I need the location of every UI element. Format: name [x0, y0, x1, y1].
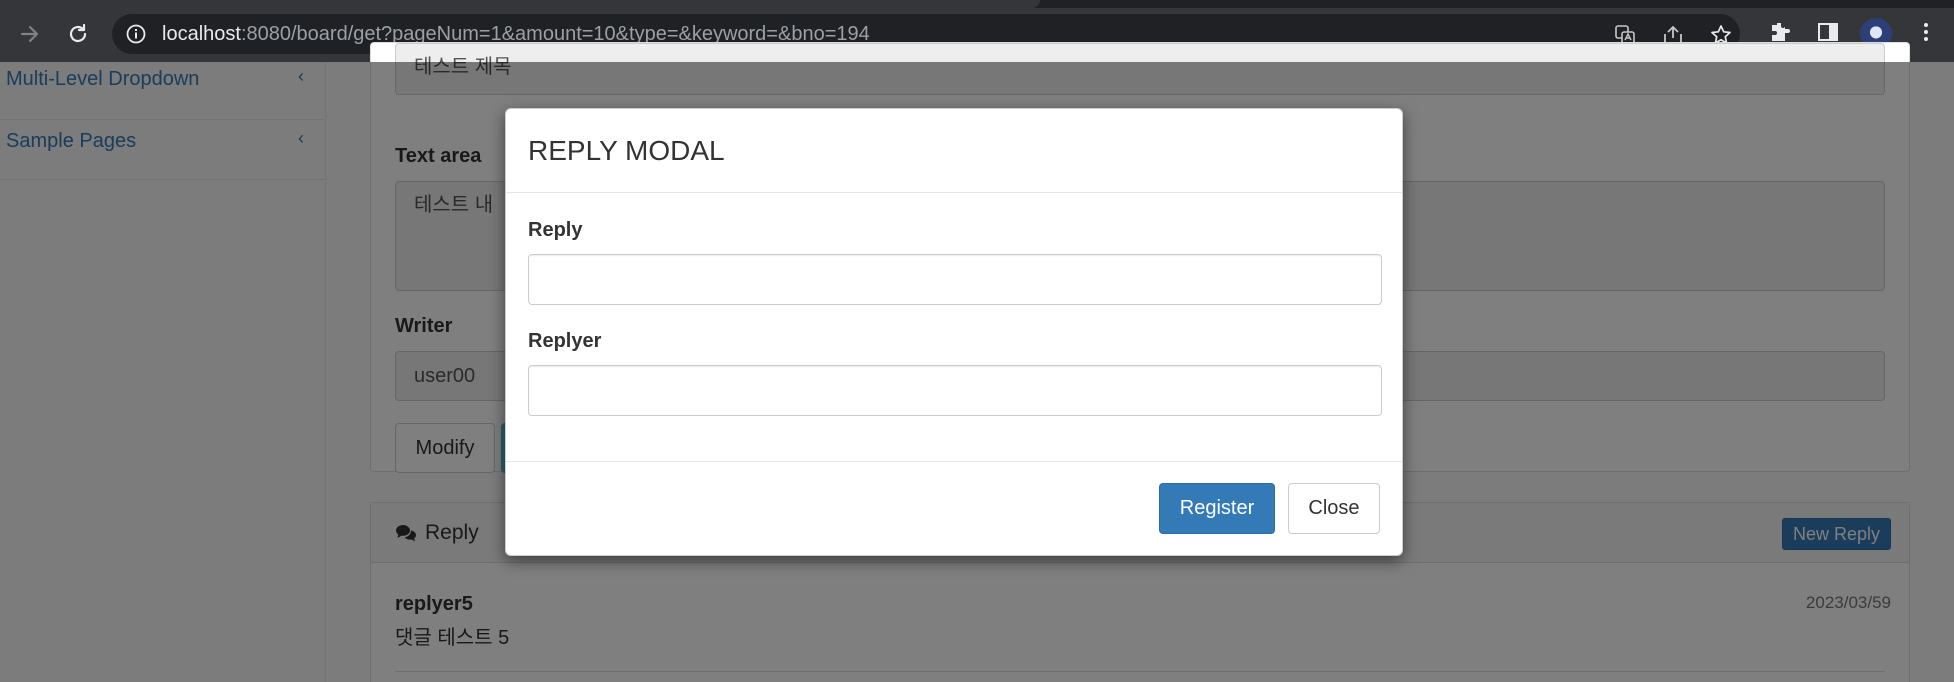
- reload-button[interactable]: [62, 18, 94, 50]
- reply-modal: REPLY MODAL Reply Replyer Register Close: [505, 108, 1403, 556]
- register-button[interactable]: Register: [1159, 483, 1275, 534]
- tab-strip: [0, 0, 1954, 8]
- modal-header: REPLY MODAL: [506, 109, 1402, 193]
- url-host: localhost: [162, 23, 241, 45]
- replyer-input[interactable]: [528, 365, 1382, 416]
- side-panel-icon[interactable]: [1816, 20, 1840, 44]
- forward-button[interactable]: [14, 18, 46, 50]
- arrow-right-icon: [20, 25, 39, 43]
- active-tab[interactable]: [0, 0, 1040, 8]
- modal-title: REPLY MODAL: [528, 135, 725, 166]
- reply-input[interactable]: [528, 254, 1382, 305]
- reload-icon: [69, 23, 87, 43]
- url-text[interactable]: localhost:8080/board/get?pageNum=1&amoun…: [162, 24, 870, 44]
- menu-kebab-icon[interactable]: [1914, 20, 1938, 44]
- info-icon[interactable]: [126, 24, 146, 44]
- close-button[interactable]: Close: [1288, 483, 1380, 534]
- replyer-label: Replyer: [528, 330, 602, 352]
- modal-footer-divider: [506, 461, 1402, 462]
- reply-label: Reply: [528, 219, 583, 241]
- extensions-icon[interactable]: [1768, 20, 1792, 44]
